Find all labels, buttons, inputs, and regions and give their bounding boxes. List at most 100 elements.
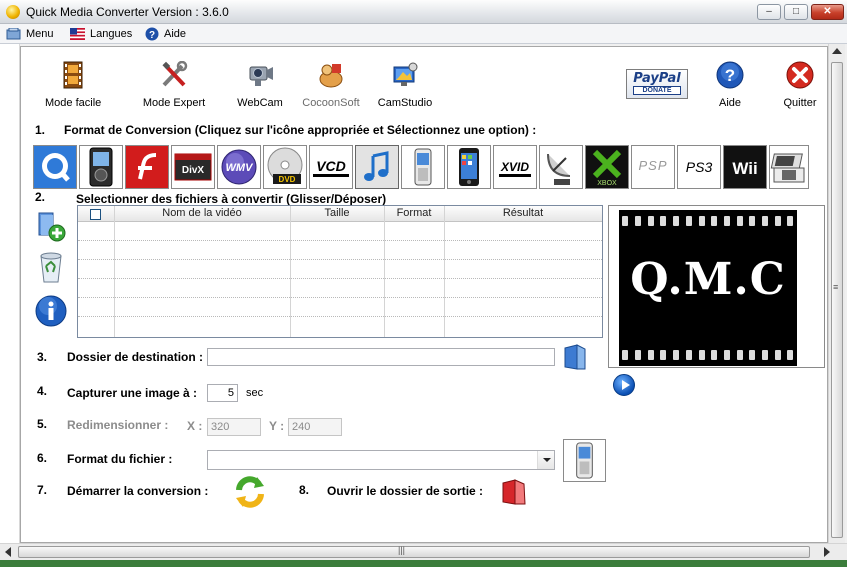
left-margin (0, 44, 20, 544)
blue-folder-icon (564, 344, 586, 370)
easy-mode-button[interactable]: Mode facile (45, 61, 101, 109)
column-video-name[interactable]: Nom de la vidéo (114, 207, 290, 219)
table-row[interactable] (78, 260, 602, 279)
vertical-scroll-grip: ≡ (833, 282, 839, 292)
app-logo-icon (6, 5, 20, 19)
ps3-text: PS3 (686, 159, 713, 175)
table-row[interactable] (78, 317, 602, 336)
format-xbox[interactable]: XBOX (585, 145, 629, 189)
step-3-label: Dossier de destination : (67, 350, 204, 364)
format-flash[interactable] (125, 145, 169, 189)
step-7-label: Démarrer la conversion : (67, 484, 209, 498)
column-size[interactable]: Taille (290, 207, 384, 219)
step-4-number: 4. (37, 384, 48, 398)
vertical-scrollbar[interactable]: ≡ (828, 44, 845, 543)
camstudio-label: CamStudio (377, 97, 433, 109)
resize-width-input[interactable] (207, 418, 261, 436)
ps3-icon: PS3 (678, 146, 720, 188)
capture-seconds-input[interactable] (207, 384, 238, 402)
minimize-button[interactable]: – (757, 4, 781, 20)
table-row[interactable] (78, 222, 602, 241)
expert-mode-button[interactable]: Mode Expert (141, 60, 207, 109)
help-button[interactable]: ? Aide (711, 61, 749, 109)
table-row[interactable] (78, 241, 602, 260)
horizontal-scrollbar[interactable]: ||| (0, 543, 847, 560)
divx-text: DivX (182, 165, 205, 176)
step-7-number: 7. (37, 483, 48, 497)
window-title: Quick Media Converter Version : 3.6.0 (26, 5, 229, 19)
column-result[interactable]: Résultat (444, 207, 602, 219)
format-wmv[interactable]: WMV (217, 145, 261, 189)
vertical-scroll-thumb[interactable] (831, 62, 843, 538)
format-mp4-player[interactable] (79, 145, 123, 189)
start-conversion-button[interactable] (233, 475, 267, 509)
film-perforation-bottom (619, 348, 797, 362)
add-files-button[interactable] (35, 211, 67, 243)
horizontal-scroll-thumb[interactable] (18, 546, 810, 558)
paypal-donate-button[interactable]: PayPal DONATE (626, 69, 688, 99)
destination-folder-input[interactable] (207, 348, 555, 366)
close-window-button[interactable]: ✕ (811, 4, 844, 20)
wmv-text: WMV (226, 162, 255, 174)
preview-logo-text: Q.M.C (630, 254, 786, 305)
scroll-right-icon[interactable] (824, 547, 830, 557)
us-flag-icon (70, 28, 85, 40)
preview-image: Q.M.C (619, 210, 797, 366)
cocoonsoft-button[interactable]: CocoonSoft (301, 61, 361, 109)
format-audio[interactable] (355, 145, 399, 189)
scroll-left-icon[interactable] (5, 547, 11, 557)
format-wii[interactable]: Wii (723, 145, 767, 189)
file-list-header: Nom de la vidéo Taille Format Résultat (78, 206, 602, 222)
format-xvid[interactable]: XVID (493, 145, 537, 189)
quit-label: Quitter (783, 97, 817, 109)
menu-icon (6, 28, 21, 40)
step-4-label: Capturer une image à : (67, 386, 198, 400)
maximize-button[interactable]: □ (784, 4, 808, 20)
resize-x-label: X : (187, 419, 203, 433)
vcd-text: VCD (316, 158, 346, 174)
menu-item-menu[interactable]: Menu (6, 26, 54, 42)
xbox-text: XBOX (597, 180, 617, 187)
table-row[interactable] (78, 298, 602, 317)
selected-device-preview (563, 439, 606, 482)
scroll-up-icon[interactable] (832, 48, 842, 54)
film-strip-icon (63, 61, 83, 89)
format-quicktime[interactable] (33, 145, 77, 189)
file-format-select[interactable] (207, 450, 555, 470)
psp-text: PSP (638, 158, 667, 173)
format-mobile-phone[interactable] (401, 145, 445, 189)
format-iphone[interactable] (447, 145, 491, 189)
select-all-checkbox[interactable] (90, 209, 101, 220)
quit-button[interactable]: Quitter (779, 61, 821, 109)
camstudio-button[interactable]: CamStudio (377, 61, 433, 109)
format-divx[interactable]: DivX (171, 145, 215, 189)
format-nintendo-ds[interactable] (769, 145, 809, 189)
format-dvd[interactable]: DVD (263, 145, 307, 189)
step-5-label: Redimensionner : (67, 418, 169, 432)
open-output-folder-button[interactable] (499, 477, 529, 507)
menu-item-languages[interactable]: Langues (70, 26, 132, 42)
menu-bar: Menu Langues ? Aide (0, 24, 847, 44)
format-satellite[interactable] (539, 145, 583, 189)
format-ps3[interactable]: PS3 (677, 145, 721, 189)
file-info-button[interactable] (35, 295, 67, 327)
step-1-number: 1. (35, 123, 46, 137)
title-bar[interactable]: Quick Media Converter Version : 3.6.0 – … (0, 0, 847, 24)
table-row[interactable] (78, 279, 602, 298)
cocoonsoft-label: CocoonSoft (302, 97, 360, 109)
clear-list-button[interactable] (35, 250, 67, 284)
file-list-grid[interactable]: Nom de la vidéo Taille Format Résultat (77, 205, 603, 338)
preview-play-button[interactable] (613, 374, 635, 396)
chevron-down-icon[interactable] (537, 451, 554, 469)
webcam-button[interactable]: WebCam (237, 61, 283, 109)
svg-text:?: ? (149, 30, 155, 41)
browse-destination-button[interactable] (561, 343, 589, 371)
menu-item-help[interactable]: ? Aide (145, 26, 186, 42)
xbox-icon: XBOX (586, 146, 628, 188)
format-vcd[interactable]: VCD (309, 145, 353, 189)
resize-height-input[interactable] (288, 418, 342, 436)
seconds-unit-label: sec (246, 387, 264, 399)
format-psp[interactable]: PSP (631, 145, 675, 189)
column-format[interactable]: Format (384, 207, 444, 219)
step-2-label: Selectionner des fichiers à convertir (G… (76, 192, 387, 206)
